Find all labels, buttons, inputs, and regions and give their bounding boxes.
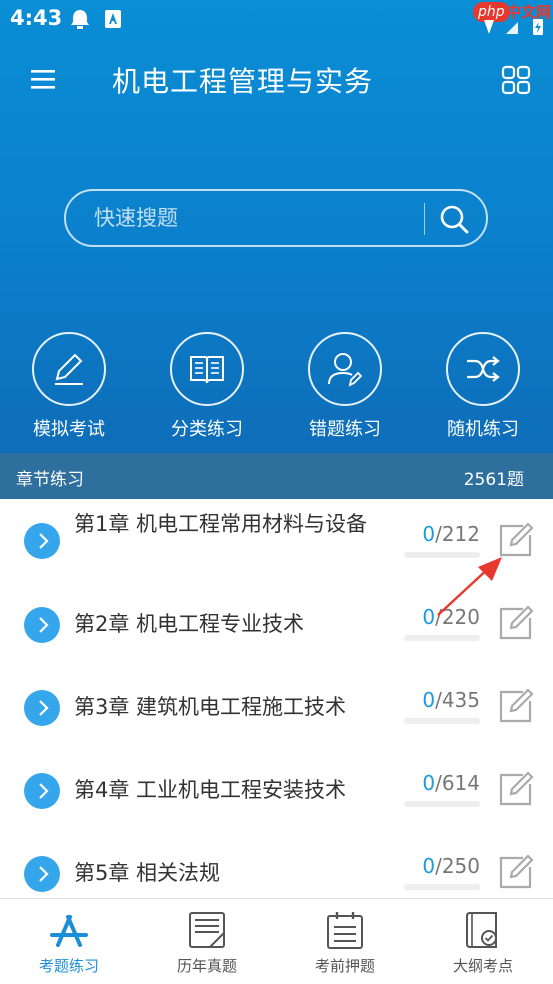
chapter-progress-text: 0/614: [405, 771, 480, 795]
quick-action-label: 错题练习: [309, 419, 381, 440]
quick-action-circle: [308, 332, 382, 406]
tab-past-exams[interactable]: 历年真题: [138, 899, 276, 984]
quick-action-circle: [170, 332, 244, 406]
chapter-done-count: 0: [422, 771, 436, 795]
chevron-right-icon: [39, 783, 49, 799]
quick-action-random[interactable]: 随机练习: [428, 332, 538, 444]
book-icon: [190, 356, 224, 384]
quick-action-wrong-questions[interactable]: 错题练习: [290, 332, 400, 444]
quick-action-circle: [446, 332, 520, 406]
status-bar: 4:43 php 中文网: [0, 0, 553, 38]
quick-action-label: 模拟考试: [33, 419, 105, 440]
chapter-done-count: 0: [422, 688, 436, 712]
bottom-tab-bar: 考题练习 历年真题 考前押题 大纲考点: [0, 898, 553, 984]
notification-bell-icon: [71, 10, 89, 29]
search-input[interactable]: [94, 203, 414, 233]
chapter-title: 第3章 建筑机电工程施工技术: [74, 695, 347, 719]
book-check-icon: [466, 912, 497, 948]
menu-icon[interactable]: [28, 64, 58, 94]
chapter-progress-text: 0/212: [405, 522, 480, 546]
chevron-right-icon: [39, 700, 49, 716]
chapter-expand-button[interactable]: [24, 690, 60, 726]
app-store-icon: [50, 915, 88, 947]
chevron-right-icon: [39, 533, 49, 549]
grid-icon[interactable]: [500, 64, 532, 96]
user-edit-icon: [328, 353, 363, 387]
chapter-total-count: /212: [435, 522, 480, 546]
app-notification-icon: [105, 10, 121, 28]
tab-predicted-questions[interactable]: 考前押题: [276, 899, 414, 984]
chapter-item-3[interactable]: 第3章 建筑机电工程施工技术 0/435: [0, 665, 553, 748]
quick-action-category[interactable]: 分类练习: [152, 332, 262, 444]
edit-icon[interactable]: [497, 770, 535, 808]
document-icon: [189, 912, 225, 948]
chapter-progress-bar: [404, 635, 480, 641]
search-bar[interactable]: [64, 189, 488, 247]
section-header: 章节练习 2561题: [0, 453, 553, 499]
chapter-total-count: /250: [435, 854, 480, 878]
chevron-right-icon: [39, 866, 49, 882]
quick-action-label: 随机练习: [447, 419, 519, 440]
search-divider: [424, 203, 425, 235]
chevron-right-icon: [39, 617, 49, 633]
edit-icon[interactable]: [497, 853, 535, 891]
tab-label: 大纲考点: [452, 957, 513, 975]
chapter-progress-text: 0/435: [405, 688, 480, 712]
quick-action-label: 分类练习: [171, 419, 243, 440]
pen-icon: [55, 353, 83, 385]
chapter-item-5[interactable]: 第5章 相关法规 0/250: [0, 831, 553, 898]
chapter-progress-text: 0/250: [405, 854, 480, 878]
tab-label: 考前押题: [314, 957, 375, 975]
quick-action-mock-exam[interactable]: 模拟考试: [14, 332, 124, 444]
chapter-expand-button[interactable]: [24, 773, 60, 809]
chapter-done-count: 0: [422, 522, 436, 546]
calendar-list-icon: [327, 912, 363, 949]
chapter-expand-button[interactable]: [24, 607, 60, 643]
quick-action-circle: [32, 332, 106, 406]
chapter-title: 第2章 机电工程专业技术: [74, 612, 305, 636]
chapter-item-4[interactable]: 第4章 工业机电工程安装技术 0/614: [0, 748, 553, 831]
chapter-expand-button[interactable]: [24, 523, 60, 559]
chapter-title: 第5章 相关法规: [74, 861, 221, 885]
chapter-progress-bar: [404, 801, 480, 807]
section-title: 章节练习: [16, 470, 84, 490]
search-icon[interactable]: [438, 203, 470, 235]
chapter-done-count: 0: [422, 854, 436, 878]
chapter-expand-button[interactable]: [24, 856, 60, 892]
shuffle-icon: [467, 356, 500, 382]
tab-exam-practice[interactable]: 考题练习: [0, 899, 138, 984]
chapter-total-count: /614: [435, 771, 480, 795]
chapter-title: 第1章 机电工程常用材料与设备: [74, 512, 368, 536]
signal-battery-icon: [484, 19, 543, 35]
tab-label: 考题练习: [38, 957, 99, 975]
section-count: 2561题: [463, 470, 524, 490]
chapter-title: 第4章 工业机电工程安装技术: [74, 778, 347, 802]
annotation-arrow-icon: [437, 557, 502, 616]
page-title: 机电工程管理与实务: [112, 65, 374, 98]
status-time: 4:43: [10, 6, 63, 30]
chapter-progress-bar: [404, 884, 480, 890]
tab-label: 历年真题: [176, 957, 237, 975]
header-banner: 4:43 php 中文网 机电工程管理与实务 快速搜题 模拟考试 分类练习 错题…: [0, 0, 553, 453]
chapter-total-count: /435: [435, 688, 480, 712]
tab-syllabus-points[interactable]: 大纲考点: [414, 899, 552, 984]
edit-icon[interactable]: [497, 687, 535, 725]
chapter-progress-bar: [404, 718, 480, 724]
